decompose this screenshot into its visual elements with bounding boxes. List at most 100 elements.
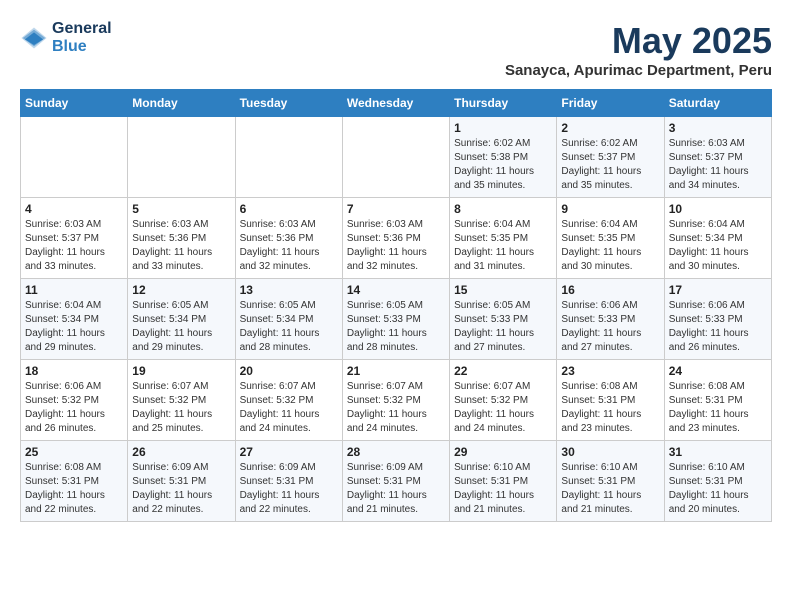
day-number: 11 <box>25 283 123 297</box>
calendar-header: SundayMondayTuesdayWednesdayThursdayFrid… <box>21 90 772 117</box>
calendar-cell <box>342 117 449 198</box>
day-info: Sunrise: 6:09 AM Sunset: 5:31 PM Dayligh… <box>240 461 338 517</box>
calendar-cell: 21Sunrise: 6:07 AM Sunset: 5:32 PM Dayli… <box>342 360 449 441</box>
logo-text: General Blue <box>52 20 112 56</box>
calendar-cell: 8Sunrise: 6:04 AM Sunset: 5:35 PM Daylig… <box>450 198 557 279</box>
calendar-cell: 3 Sunrise: 6:03 AM Sunset: 5:37 PM Daylig… <box>664 117 771 198</box>
day-info: Sunrise: 6:04 AM Sunset: 5:35 PM Dayligh… <box>454 218 552 274</box>
header-day-tuesday: Tuesday <box>235 90 342 117</box>
calendar-cell: 16Sunrise: 6:06 AM Sunset: 5:33 PM Dayli… <box>557 279 664 360</box>
day-number: 28 <box>347 445 445 459</box>
calendar-week-3: 11 Sunrise: 6:04 AM Sunset: 5:34 PM Dayli… <box>21 279 772 360</box>
calendar-cell: 24 Sunrise: 6:08 AM Sunset: 5:31 PM Dayli… <box>664 360 771 441</box>
day-info: Sunrise: 6:03 AM Sunset: 5:36 PM Dayligh… <box>240 218 338 274</box>
day-info: Sunrise: 6:08 AM Sunset: 5:31 PM Dayligh… <box>25 461 123 517</box>
header-day-wednesday: Wednesday <box>342 90 449 117</box>
day-number: 2 <box>561 121 659 135</box>
day-info: Sunrise: 6:05 AM Sunset: 5:34 PM Dayligh… <box>240 299 338 355</box>
calendar-cell: 20 Sunrise: 6:07 AM Sunset: 5:32 PM Dayli… <box>235 360 342 441</box>
calendar-cell: 15 Sunrise: 6:05 AM Sunset: 5:33 PM Dayli… <box>450 279 557 360</box>
calendar-cell: 13 Sunrise: 6:05 AM Sunset: 5:34 PM Dayli… <box>235 279 342 360</box>
calendar-cell: 2 Sunrise: 6:02 AM Sunset: 5:37 PM Daylig… <box>557 117 664 198</box>
day-number: 13 <box>240 283 338 297</box>
header-day-saturday: Saturday <box>664 90 771 117</box>
calendar-cell: 26 Sunrise: 6:09 AM Sunset: 5:31 PM Dayli… <box>128 441 235 522</box>
day-number: 5 <box>132 202 230 216</box>
day-number: 27 <box>240 445 338 459</box>
day-info: Sunrise: 6:07 AM Sunset: 5:32 PM Dayligh… <box>240 380 338 436</box>
calendar-cell: 27 Sunrise: 6:09 AM Sunset: 5:31 PM Dayli… <box>235 441 342 522</box>
calendar-cell: 10Sunrise: 6:04 AM Sunset: 5:34 PM Dayli… <box>664 198 771 279</box>
header-day-friday: Friday <box>557 90 664 117</box>
day-info: Sunrise: 6:07 AM Sunset: 5:32 PM Dayligh… <box>347 380 445 436</box>
day-info: Sunrise: 6:05 AM Sunset: 5:33 PM Dayligh… <box>454 299 552 355</box>
day-info: Sunrise: 6:03 AM Sunset: 5:37 PM Dayligh… <box>669 137 767 193</box>
calendar-week-4: 18 Sunrise: 6:06 AM Sunset: 5:32 PM Dayli… <box>21 360 772 441</box>
logo: General Blue <box>20 20 112 56</box>
day-number: 25 <box>25 445 123 459</box>
calendar-body: 1Sunrise: 6:02 AM Sunset: 5:38 PM Daylig… <box>21 117 772 522</box>
day-number: 24 <box>669 364 767 378</box>
day-number: 10 <box>669 202 767 216</box>
subtitle: Sanayca, Apurimac Department, Peru <box>505 62 772 79</box>
calendar: SundayMondayTuesdayWednesdayThursdayFrid… <box>20 89 772 522</box>
calendar-cell: 29 Sunrise: 6:10 AM Sunset: 5:31 PM Dayli… <box>450 441 557 522</box>
title-area: May 2025 Sanayca, Apurimac Department, P… <box>505 20 772 79</box>
day-number: 6 <box>240 202 338 216</box>
day-info: Sunrise: 6:10 AM Sunset: 5:31 PM Dayligh… <box>669 461 767 517</box>
header-row: SundayMondayTuesdayWednesdayThursdayFrid… <box>21 90 772 117</box>
day-number: 20 <box>240 364 338 378</box>
day-number: 9 <box>561 202 659 216</box>
day-info: Sunrise: 6:09 AM Sunset: 5:31 PM Dayligh… <box>347 461 445 517</box>
header-day-thursday: Thursday <box>450 90 557 117</box>
month-title: May 2025 <box>505 20 772 62</box>
day-info: Sunrise: 6:02 AM Sunset: 5:37 PM Dayligh… <box>561 137 659 193</box>
calendar-cell: 22Sunrise: 6:07 AM Sunset: 5:32 PM Dayli… <box>450 360 557 441</box>
day-number: 16 <box>561 283 659 297</box>
calendar-cell: 14 Sunrise: 6:05 AM Sunset: 5:33 PM Dayli… <box>342 279 449 360</box>
calendar-cell: 4 Sunrise: 6:03 AM Sunset: 5:37 PM Daylig… <box>21 198 128 279</box>
day-info: Sunrise: 6:05 AM Sunset: 5:33 PM Dayligh… <box>347 299 445 355</box>
logo-icon <box>20 24 48 52</box>
header-day-monday: Monday <box>128 90 235 117</box>
calendar-cell: 31Sunrise: 6:10 AM Sunset: 5:31 PM Dayli… <box>664 441 771 522</box>
calendar-cell: 19Sunrise: 6:07 AM Sunset: 5:32 PM Dayli… <box>128 360 235 441</box>
day-info: Sunrise: 6:04 AM Sunset: 5:34 PM Dayligh… <box>25 299 123 355</box>
day-number: 4 <box>25 202 123 216</box>
calendar-cell: 7Sunrise: 6:03 AM Sunset: 5:36 PM Daylig… <box>342 198 449 279</box>
header-day-sunday: Sunday <box>21 90 128 117</box>
day-number: 18 <box>25 364 123 378</box>
calendar-cell: 12Sunrise: 6:05 AM Sunset: 5:34 PM Dayli… <box>128 279 235 360</box>
calendar-cell: 30Sunrise: 6:10 AM Sunset: 5:31 PM Dayli… <box>557 441 664 522</box>
page-header: General Blue May 2025 Sanayca, Apurimac … <box>20 20 772 79</box>
calendar-cell <box>21 117 128 198</box>
day-number: 29 <box>454 445 552 459</box>
calendar-week-2: 4 Sunrise: 6:03 AM Sunset: 5:37 PM Daylig… <box>21 198 772 279</box>
calendar-week-5: 25 Sunrise: 6:08 AM Sunset: 5:31 PM Dayli… <box>21 441 772 522</box>
calendar-cell: 5 Sunrise: 6:03 AM Sunset: 5:36 PM Daylig… <box>128 198 235 279</box>
day-number: 26 <box>132 445 230 459</box>
day-number: 30 <box>561 445 659 459</box>
calendar-cell: 11 Sunrise: 6:04 AM Sunset: 5:34 PM Dayli… <box>21 279 128 360</box>
day-number: 19 <box>132 364 230 378</box>
day-info: Sunrise: 6:03 AM Sunset: 5:36 PM Dayligh… <box>132 218 230 274</box>
calendar-cell <box>128 117 235 198</box>
day-info: Sunrise: 6:07 AM Sunset: 5:32 PM Dayligh… <box>454 380 552 436</box>
day-info: Sunrise: 6:08 AM Sunset: 5:31 PM Dayligh… <box>669 380 767 436</box>
calendar-cell: 18 Sunrise: 6:06 AM Sunset: 5:32 PM Dayli… <box>21 360 128 441</box>
day-number: 23 <box>561 364 659 378</box>
day-info: Sunrise: 6:10 AM Sunset: 5:31 PM Dayligh… <box>454 461 552 517</box>
calendar-cell <box>235 117 342 198</box>
calendar-cell: 23Sunrise: 6:08 AM Sunset: 5:31 PM Dayli… <box>557 360 664 441</box>
calendar-week-1: 1Sunrise: 6:02 AM Sunset: 5:38 PM Daylig… <box>21 117 772 198</box>
day-info: Sunrise: 6:05 AM Sunset: 5:34 PM Dayligh… <box>132 299 230 355</box>
day-number: 14 <box>347 283 445 297</box>
day-number: 15 <box>454 283 552 297</box>
day-info: Sunrise: 6:09 AM Sunset: 5:31 PM Dayligh… <box>132 461 230 517</box>
day-info: Sunrise: 6:03 AM Sunset: 5:36 PM Dayligh… <box>347 218 445 274</box>
day-info: Sunrise: 6:06 AM Sunset: 5:32 PM Dayligh… <box>25 380 123 436</box>
day-info: Sunrise: 6:03 AM Sunset: 5:37 PM Dayligh… <box>25 218 123 274</box>
day-number: 17 <box>669 283 767 297</box>
day-number: 3 <box>669 121 767 135</box>
calendar-cell: 28 Sunrise: 6:09 AM Sunset: 5:31 PM Dayli… <box>342 441 449 522</box>
